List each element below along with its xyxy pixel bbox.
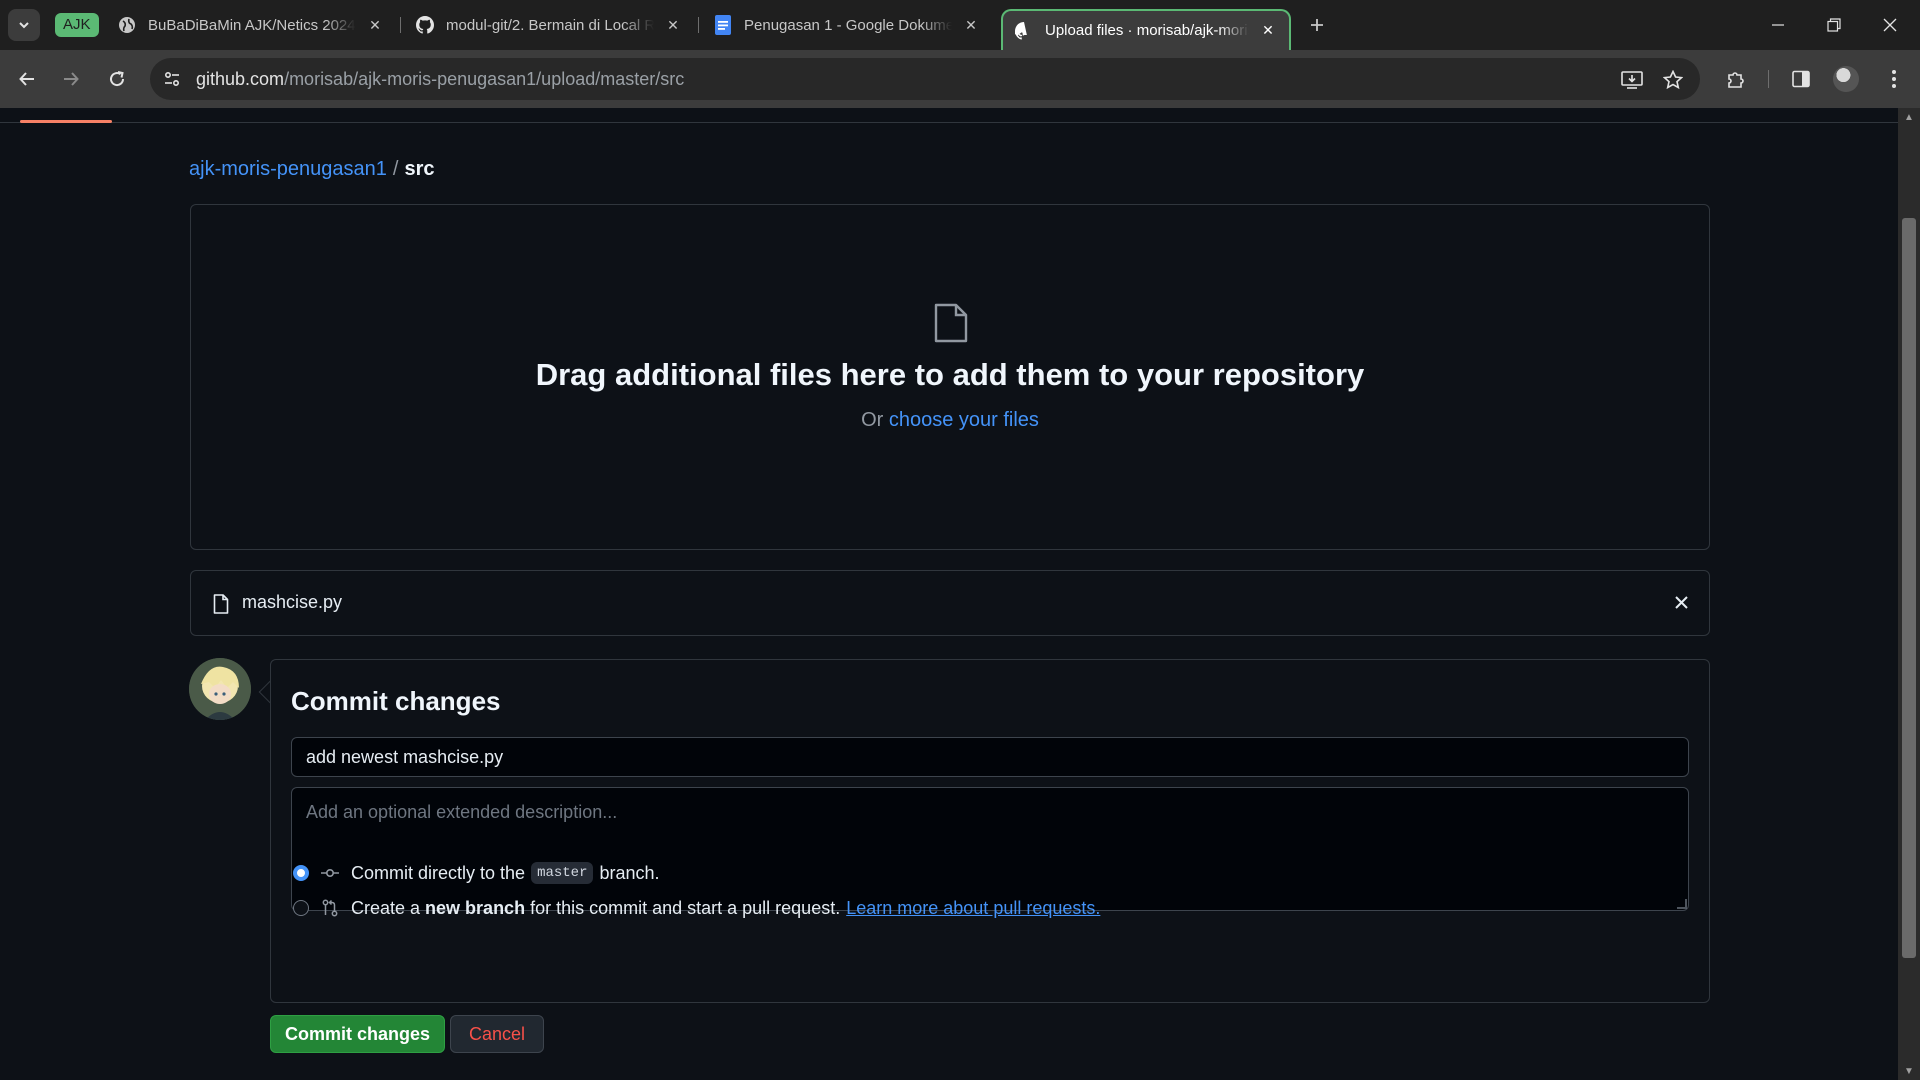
profile-button[interactable] bbox=[1830, 63, 1862, 95]
close-icon bbox=[1674, 595, 1688, 609]
dropzone-or-text: Or bbox=[861, 409, 884, 431]
restore-icon bbox=[1827, 18, 1841, 32]
tab-separator bbox=[400, 17, 401, 33]
close-icon bbox=[1883, 18, 1897, 32]
globe-icon bbox=[118, 16, 136, 34]
commit-title: Commit changes bbox=[291, 686, 501, 716]
commit-direct-suffix: branch. bbox=[599, 862, 660, 883]
dropzone-subtitle: Or choose your files bbox=[191, 409, 1709, 432]
side-panel-icon bbox=[1792, 70, 1810, 88]
install-app-icon[interactable] bbox=[1619, 67, 1645, 93]
remove-file-button[interactable] bbox=[1671, 592, 1691, 612]
commit-description-textarea[interactable] bbox=[291, 787, 1689, 911]
page-scrollbar[interactable]: ▲ ▼ bbox=[1898, 108, 1920, 1080]
tab-upload-files[interactable]: Upload files · morisab/ajk-moris-penugas… bbox=[1001, 9, 1291, 50]
plus-icon bbox=[1311, 19, 1323, 31]
url-path: /morisab/ajk-moris-penugasan1/upload/mas… bbox=[284, 69, 685, 89]
scrollbar-thumb[interactable] bbox=[1902, 218, 1916, 958]
git-commit-icon bbox=[321, 864, 339, 882]
tab-title: Upload files · morisab/ajk-moris-penugas… bbox=[1045, 22, 1249, 39]
new-branch-suffix: for this commit and start a pull request… bbox=[530, 897, 841, 918]
browser-toolbar: github.com/morisab/ajk-moris-penugasan1/… bbox=[0, 50, 1920, 108]
tab-separator bbox=[698, 17, 699, 33]
scroll-up-arrow-icon[interactable]: ▲ bbox=[1904, 112, 1914, 123]
file-icon bbox=[213, 594, 229, 614]
minimize-button[interactable] bbox=[1750, 0, 1806, 50]
tab-penugasan[interactable]: Penugasan 1 - Google Dokumen ✕ bbox=[702, 8, 992, 42]
side-panel-button[interactable] bbox=[1785, 63, 1817, 95]
commit-direct-prefix: Commit directly to the bbox=[351, 862, 526, 883]
learn-more-pull-requests-link[interactable]: Learn more about pull requests. bbox=[846, 898, 1100, 919]
uploaded-file-name: mashcise.py bbox=[242, 592, 343, 612]
github-icon bbox=[416, 16, 434, 34]
url-host: github.com bbox=[196, 69, 285, 89]
dropzone-title: Drag additional files here to add them t… bbox=[535, 357, 1365, 392]
back-button[interactable] bbox=[11, 63, 43, 95]
browser-menu-button[interactable] bbox=[1878, 63, 1910, 95]
github-upload-page: ajk-moris-penugasan1/src Drag additional… bbox=[0, 108, 1898, 1080]
google-docs-icon bbox=[714, 15, 732, 35]
file-dropzone[interactable]: Drag additional files here to add them t… bbox=[190, 204, 1710, 550]
breadcrumb: ajk-moris-penugasan1/src bbox=[189, 158, 434, 181]
reload-icon bbox=[110, 71, 125, 87]
restore-button[interactable] bbox=[1806, 0, 1862, 50]
new-branch-prefix: Create a bbox=[351, 897, 421, 918]
commit-form: Commit changes Commit directly to the ma… bbox=[270, 659, 1710, 1003]
tab-title: Penugasan 1 - Google Dokumen bbox=[744, 16, 952, 34]
address-bar[interactable]: github.com/morisab/ajk-moris-penugasan1/… bbox=[150, 58, 1700, 100]
arrow-left-icon bbox=[19, 72, 34, 86]
tab-group-chip[interactable]: AJK bbox=[55, 13, 99, 37]
new-branch-option[interactable]: Create a new branch for this commit and … bbox=[293, 895, 1100, 921]
reload-button[interactable] bbox=[101, 63, 133, 95]
commit-message-input[interactable] bbox=[291, 737, 1689, 777]
cancel-button[interactable]: Cancel bbox=[450, 1015, 544, 1053]
browser-tab-strip: AJK BuBaDiBaMin AJK/Netics 2024 ✕ modul-… bbox=[0, 0, 1920, 50]
more-vertical-icon bbox=[1892, 70, 1896, 88]
toolbar-divider bbox=[1768, 70, 1769, 88]
git-pull-request-icon bbox=[321, 899, 339, 917]
repo-nav-divider bbox=[0, 122, 1898, 123]
arrow-right-icon bbox=[64, 72, 79, 86]
branch-name-pill: master bbox=[531, 862, 594, 884]
tab-search-button[interactable] bbox=[8, 9, 40, 41]
choose-files-link[interactable]: choose your files bbox=[889, 409, 1039, 431]
user-avatar[interactable] bbox=[189, 658, 251, 720]
file-icon bbox=[934, 303, 968, 343]
commit-direct-radio[interactable] bbox=[293, 865, 309, 881]
new-branch-radio[interactable] bbox=[293, 900, 309, 916]
breadcrumb-separator: / bbox=[392, 158, 399, 180]
chevron-down-icon bbox=[19, 22, 29, 29]
resize-handle-icon[interactable] bbox=[1677, 899, 1687, 909]
extensions-button[interactable] bbox=[1720, 63, 1752, 95]
puzzle-icon bbox=[1728, 72, 1744, 88]
bookmark-star-icon[interactable] bbox=[1660, 67, 1686, 93]
forward-button[interactable] bbox=[55, 63, 87, 95]
close-icon[interactable]: ✕ bbox=[1259, 22, 1277, 40]
new-tab-button[interactable] bbox=[1304, 12, 1330, 38]
scroll-down-arrow-icon[interactable]: ▼ bbox=[1904, 1066, 1914, 1077]
breadcrumb-folder: src bbox=[404, 158, 435, 180]
site-info-icon[interactable] bbox=[160, 67, 184, 91]
url-text: github.com/morisab/ajk-moris-penugasan1/… bbox=[196, 69, 684, 90]
uploaded-file-item: mashcise.py bbox=[190, 570, 1710, 636]
tab-title: BuBaDiBaMin AJK/Netics 2024 bbox=[148, 16, 356, 34]
tab-bubadibamin[interactable]: BuBaDiBaMin AJK/Netics 2024 ✕ bbox=[106, 8, 396, 42]
new-branch-bold: new branch bbox=[425, 897, 526, 918]
avatar-illustration bbox=[189, 658, 251, 720]
breadcrumb-repo-link[interactable]: ajk-moris-penugasan1 bbox=[189, 158, 387, 180]
tab-modul-git[interactable]: modul-git/2. Bermain di Local Repository… bbox=[404, 8, 694, 42]
commit-direct-option[interactable]: Commit directly to the master branch. bbox=[293, 860, 660, 886]
close-icon[interactable]: ✕ bbox=[962, 16, 980, 34]
active-nav-underline bbox=[20, 120, 112, 123]
close-icon[interactable]: ✕ bbox=[664, 16, 682, 34]
tab-title: modul-git/2. Bermain di Local Repository bbox=[446, 16, 654, 34]
commit-changes-button[interactable]: Commit changes bbox=[270, 1015, 445, 1053]
profile-avatar bbox=[1833, 66, 1859, 92]
close-window-button[interactable] bbox=[1862, 0, 1918, 50]
minimize-icon bbox=[1772, 24, 1784, 26]
close-icon[interactable]: ✕ bbox=[366, 16, 384, 34]
github-icon bbox=[1015, 21, 1033, 40]
